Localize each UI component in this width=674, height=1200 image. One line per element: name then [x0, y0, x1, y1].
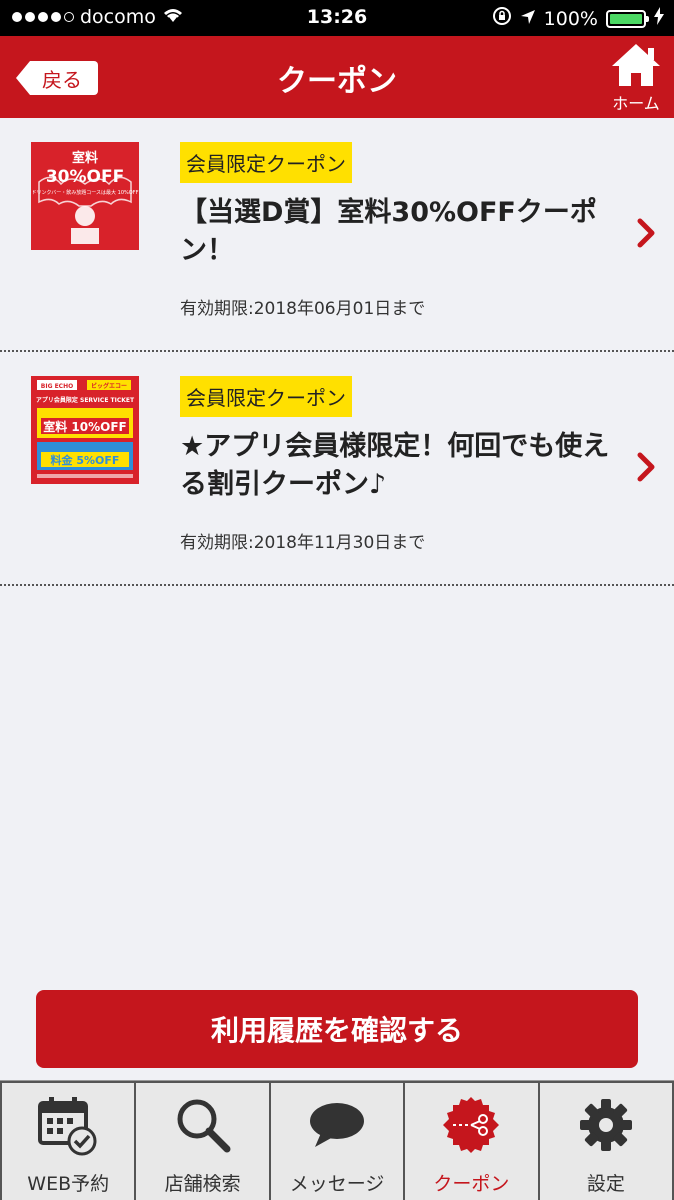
home-button[interactable]: ホーム [606, 42, 666, 114]
home-label: ホーム [612, 94, 660, 113]
tab-message[interactable]: メッセージ [268, 1081, 404, 1200]
battery-percentage: 100% [543, 7, 598, 30]
thumb-brand-1: BIG ECHO [41, 383, 73, 390]
charging-icon [654, 7, 664, 30]
navigation-bar: 戻る クーポン ホーム [0, 36, 674, 118]
tab-settings[interactable]: 設定 [537, 1081, 674, 1200]
tab-label: WEB予約 [27, 1173, 110, 1195]
tab-label: 店舗検索 [164, 1173, 241, 1195]
thumb-ticket: アプリ会員限定 SERVICE TICKET [36, 396, 135, 404]
coupon-thumbnail: 室料 30%OFF ドリンクバー・飲み放題コースは最大 10%OFF [31, 142, 139, 250]
status-bar: docomo 13:26 100% [0, 0, 674, 36]
home-icon [612, 44, 660, 86]
tab-web-reservation[interactable]: WEB予約 [0, 1081, 135, 1200]
coupon-expiry: 有効期限:2018年11月30日まで [180, 533, 426, 553]
tab-label: メッセージ [289, 1173, 385, 1195]
coupon-title: 【当選D賞】室料30%OFFクーポン！ [180, 197, 597, 266]
coupon-list: 室料 30%OFF ドリンクバー・飲み放題コースは最大 10%OFF 会員限定ク… [0, 118, 674, 586]
coupon-item[interactable]: BIG ECHO ビッグエコー アプリ会員限定 SERVICE TICKET 室… [0, 352, 674, 586]
coupon-scissors-icon [443, 1097, 500, 1153]
speech-bubble-icon [310, 1103, 365, 1147]
coupon-expiry: 有効期限:2018年06月01日まで [180, 299, 426, 319]
thumb-brand-2: ビッグエコー [91, 382, 127, 390]
tab-label: 設定 [586, 1173, 625, 1195]
thumb-discount: 30%OFF [46, 167, 124, 187]
tab-store-search[interactable]: 店舗検索 [134, 1081, 269, 1200]
coupon-thumbnail: BIG ECHO ビッグエコー アプリ会員限定 SERVICE TICKET 室… [31, 376, 139, 484]
tab-coupon[interactable]: クーポン [403, 1081, 538, 1200]
chevron-right-icon [636, 218, 656, 252]
thumb-line-2: 料金 5%OFF [51, 453, 120, 467]
coupon-title: ★アプリ会員様限定！何回でも使える割引クーポン♪ [180, 431, 610, 500]
rotation-lock-icon [492, 6, 512, 31]
coupon-item[interactable]: 室料 30%OFF ドリンクバー・飲み放題コースは最大 10%OFF 会員限定ク… [0, 118, 674, 352]
tab-label: クーポン [433, 1173, 510, 1195]
search-icon [177, 1099, 231, 1153]
location-arrow-icon [520, 8, 536, 30]
page-title: クーポン [277, 64, 397, 99]
gear-icon [579, 1099, 632, 1151]
view-usage-history-button[interactable]: 利用履歴を確認する [36, 990, 638, 1068]
chevron-right-icon [636, 452, 656, 486]
thumb-heading: 室料 [72, 150, 98, 166]
thumb-line-1: 室料 10%OFF [43, 419, 127, 434]
tab-bar: WEB予約 店舗検索 メッセージ クーポン 設定 [0, 1080, 674, 1200]
battery-icon [606, 9, 649, 28]
calendar-check-icon [38, 1097, 97, 1156]
member-only-badge: 会員限定クーポン [180, 376, 352, 417]
thumb-note: ドリンクバー・飲み放題コースは最大 10%OFF [32, 189, 139, 196]
member-only-badge: 会員限定クーポン [180, 142, 352, 183]
